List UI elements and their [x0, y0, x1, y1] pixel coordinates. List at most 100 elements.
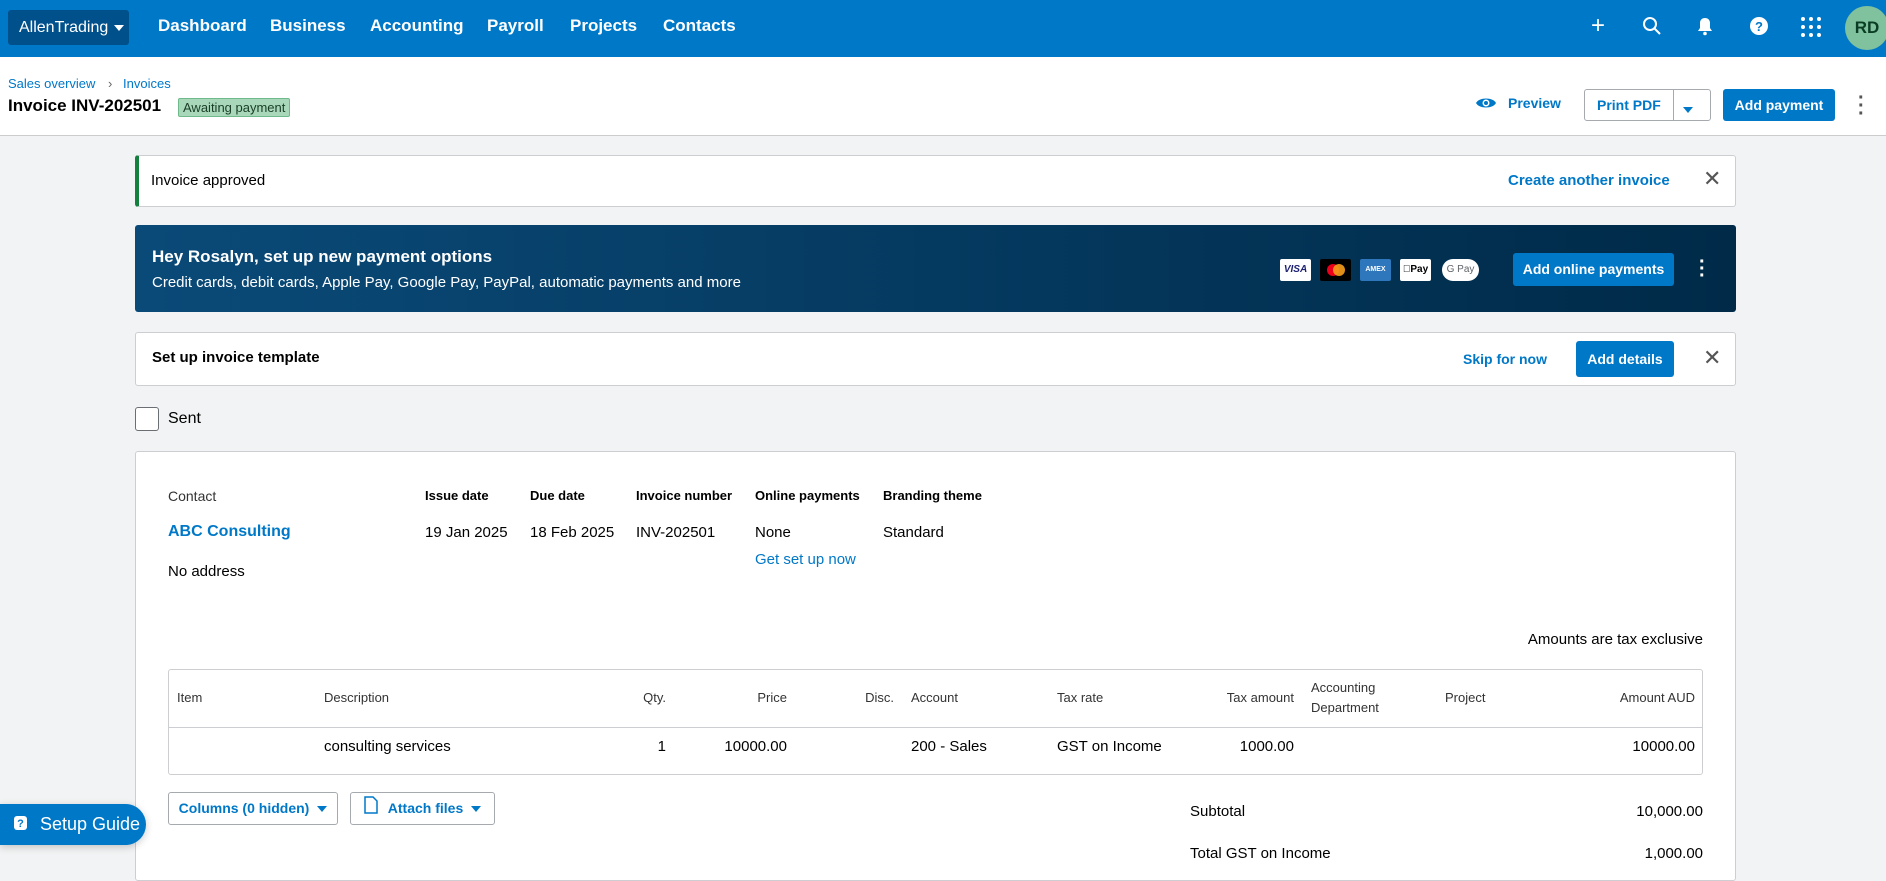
apple-pay-label: Pay	[1406, 264, 1428, 275]
invoice-number: INV-202501	[636, 524, 716, 541]
attach-files-button[interactable]: Attach files	[350, 792, 495, 825]
issue-date-label: Issue date	[425, 488, 489, 503]
search-icon[interactable]	[1639, 16, 1665, 42]
table-header-divider	[169, 727, 1702, 728]
template-setup-title: Set up invoice template	[152, 349, 320, 366]
sent-checkbox[interactable]	[135, 407, 159, 431]
line-items-table	[168, 669, 1703, 775]
invoice-approved-banner	[135, 155, 1736, 207]
total-gst-value: 1,000.00	[1644, 845, 1703, 862]
split-divider	[1673, 90, 1674, 120]
payment-banner-subtitle: Credit cards, debit cards, Apple Pay, Go…	[152, 274, 741, 291]
svg-text:?: ?	[17, 818, 24, 830]
column-header-qty: Qty.	[643, 690, 666, 705]
column-header-item: Item	[177, 690, 203, 705]
more-options-icon[interactable]: · · ·	[1858, 88, 1865, 124]
nav-dashboard[interactable]: Dashboard	[158, 16, 247, 36]
create-another-invoice-link[interactable]: Create another invoice	[1508, 172, 1670, 189]
help-icon[interactable]: ?	[1746, 16, 1772, 42]
breadcrumb-separator: ›	[108, 76, 113, 91]
eye-icon[interactable]	[1475, 95, 1497, 116]
user-avatar[interactable]: RD	[1845, 6, 1886, 50]
row-account[interactable]: 200 - Sales	[911, 738, 987, 755]
approved-message: Invoice approved	[151, 172, 266, 189]
columns-button[interactable]: Columns (0 hidden)	[168, 792, 338, 825]
apps-grid-icon[interactable]	[1798, 16, 1824, 44]
branding-theme-value: Standard	[883, 524, 944, 541]
row-price[interactable]: 10000.00	[724, 738, 787, 755]
preview-button[interactable]: Preview	[1508, 95, 1561, 111]
add-details-button[interactable]: Add details	[1576, 341, 1674, 377]
column-header-department-line2: Department	[1311, 700, 1379, 715]
close-icon[interactable]: ✕	[1703, 166, 1721, 192]
subtotal-value: 10,000.00	[1636, 803, 1703, 820]
print-options-dropdown[interactable]	[1683, 101, 1693, 119]
issue-date: 19 Jan 2025	[425, 524, 508, 541]
plus-icon[interactable]: +	[1585, 12, 1611, 40]
online-payments-value: None	[755, 524, 791, 541]
column-header-amount: Amount AUD	[1619, 690, 1695, 705]
print-pdf-label: Print PDF	[1597, 97, 1661, 113]
branding-theme-label: Branding theme	[883, 488, 982, 503]
setup-guide-label: Setup Guide	[40, 814, 141, 834]
nav-contacts[interactable]: Contacts	[663, 16, 736, 36]
columns-label: Columns (0 hidden)	[178, 800, 310, 816]
column-header-price: Price	[757, 690, 787, 705]
contact-address: No address	[168, 563, 245, 580]
bell-icon[interactable]	[1692, 16, 1718, 42]
mastercard-icon	[1320, 259, 1351, 281]
page-title: Invoice INV-202501	[8, 96, 162, 115]
apple-pay-icon: Pay	[1400, 259, 1431, 281]
nav-accounting[interactable]: Accounting	[370, 16, 464, 36]
tax-note: Amounts are tax exclusive	[1527, 631, 1703, 648]
due-date-label: Due date	[530, 488, 585, 503]
column-header-account: Account	[911, 690, 958, 705]
chevron-down-icon	[1683, 106, 1693, 113]
subtotal-label: Subtotal	[1190, 803, 1246, 820]
more-options-icon[interactable]: · · ·	[1699, 252, 1706, 286]
payment-banner-title: Hey Rosalyn, set up new payment options	[152, 247, 493, 266]
attach-files-label: Attach files	[387, 800, 464, 816]
nav-projects[interactable]: Projects	[570, 16, 637, 36]
contact-label: Contact	[168, 488, 217, 504]
visa-icon: VISA	[1280, 259, 1311, 281]
organisation-switcher[interactable]: AllenTrading	[8, 10, 129, 45]
column-header-project: Project	[1445, 690, 1486, 705]
row-tax-rate[interactable]: GST on Income	[1057, 738, 1162, 755]
row-description[interactable]: consulting services	[324, 738, 451, 755]
row-qty[interactable]: 1	[658, 738, 666, 755]
file-icon	[364, 794, 378, 825]
setup-guide-icon: ?	[13, 815, 29, 838]
chevron-down-icon	[114, 24, 125, 31]
close-icon[interactable]: ✕	[1703, 345, 1721, 371]
row-amount[interactable]: 10000.00	[1632, 738, 1695, 755]
add-online-payments-button[interactable]: Add online payments	[1513, 253, 1674, 286]
column-header-department-line1: Accounting	[1311, 680, 1376, 695]
breadcrumb-sales-overview[interactable]: Sales overview	[8, 76, 95, 91]
column-header-disc: Disc.	[865, 690, 894, 705]
due-date: 18 Feb 2025	[530, 524, 615, 541]
nav-business[interactable]: Business	[270, 16, 346, 36]
chevron-down-icon	[471, 806, 482, 813]
total-gst-label: Total GST on Income	[1190, 845, 1331, 862]
payment-options-banner	[135, 225, 1736, 312]
get-set-up-link[interactable]: Get set up now	[755, 551, 856, 568]
chevron-down-icon	[317, 806, 328, 813]
column-header-description: Description	[324, 690, 390, 705]
breadcrumb-invoices[interactable]: Invoices	[123, 76, 171, 91]
amex-icon: AMEX	[1360, 259, 1391, 281]
status-badge: Awaiting payment	[178, 98, 291, 117]
column-header-tax-rate: Tax rate	[1057, 690, 1104, 705]
add-payment-button[interactable]: Add payment	[1723, 89, 1835, 121]
online-payments-label: Online payments	[755, 488, 860, 503]
row-tax-amount[interactable]: 1000.00	[1240, 738, 1294, 755]
google-pay-icon: G Pay	[1442, 259, 1479, 281]
column-header-tax-amount: Tax amount	[1226, 690, 1294, 705]
sent-label: Sent	[168, 410, 201, 427]
skip-for-now-link[interactable]: Skip for now	[1463, 351, 1547, 367]
svg-text:?: ?	[1755, 19, 1763, 34]
org-name: AllenTrading	[19, 19, 109, 36]
nav-payroll[interactable]: Payroll	[487, 16, 544, 36]
contact-link[interactable]: ABC Consulting	[168, 523, 291, 541]
invoice-number-label: Invoice number	[636, 488, 733, 503]
